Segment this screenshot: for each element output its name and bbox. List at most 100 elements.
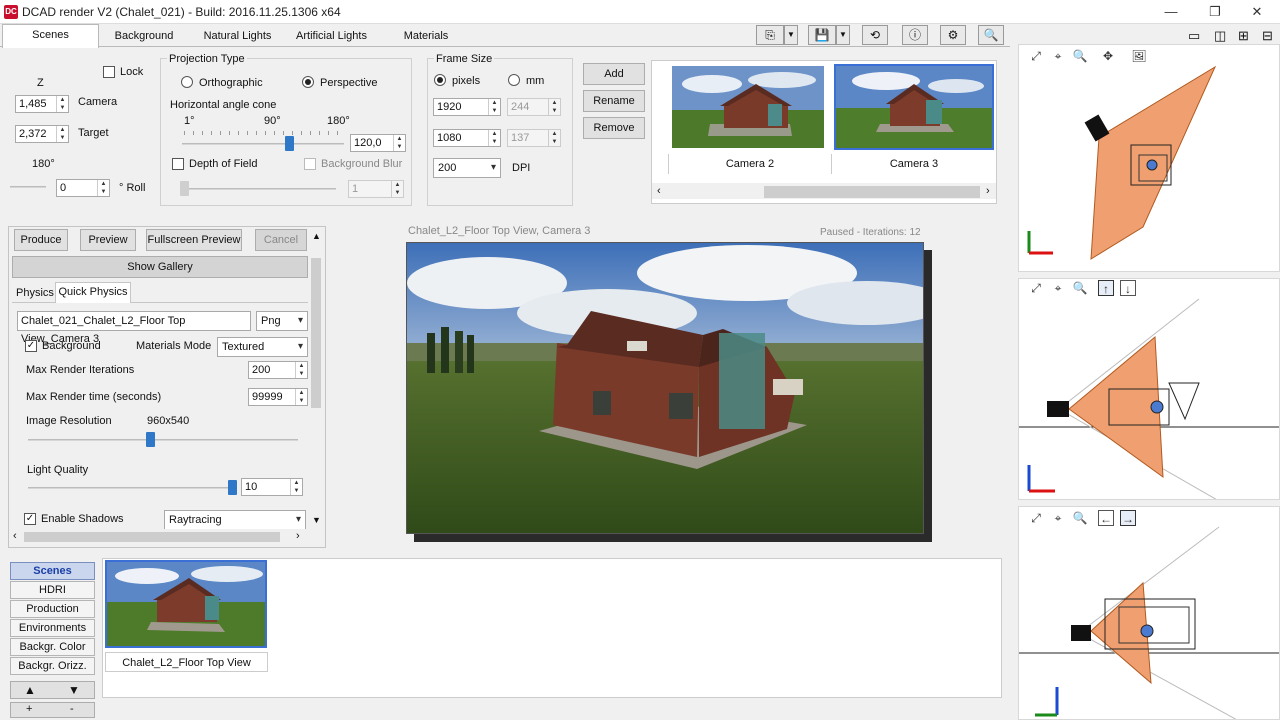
remove-camera-button[interactable]: Remove (583, 117, 645, 139)
nav-background-color[interactable]: Backgr. Color (10, 638, 95, 656)
light-quality-thumb[interactable] (228, 480, 237, 495)
target-icon[interactable]: ⌖ (1050, 48, 1066, 64)
produce-hscroll-thumb[interactable] (24, 532, 280, 542)
spin-arrows-icon[interactable]: ▲ ▼ (56, 126, 68, 142)
side-viewport[interactable] (1018, 506, 1280, 720)
top-viewport[interactable] (1018, 44, 1280, 272)
tab-background[interactable]: Background (102, 26, 186, 47)
mm-radio[interactable] (508, 74, 520, 86)
scroll-up-icon[interactable]: ▲ (312, 231, 321, 241)
camera-2-label[interactable]: Camera 2 (668, 154, 832, 174)
move-up-button[interactable]: ▲ (24, 683, 36, 697)
grid-layout-icon[interactable]: ⊞ (1238, 28, 1249, 44)
minimize-button[interactable]: — (1148, 2, 1194, 22)
nav-hdri[interactable]: HDRI (10, 581, 95, 599)
maximize-button[interactable]: ❐ (1192, 2, 1238, 22)
remove-scene-button[interactable]: - (70, 703, 74, 715)
tab-physics[interactable]: Physics (16, 287, 54, 299)
view-left-icon[interactable]: ← (1098, 510, 1114, 526)
format-select[interactable]: Png (256, 311, 308, 331)
frame-width-px-input[interactable]: 1920 ▲ ▼ (433, 98, 501, 116)
save-button[interactable]: 💾 (808, 25, 836, 45)
lock-checkbox[interactable] (103, 66, 115, 78)
spin-arrows-icon[interactable]: ▲ ▼ (97, 180, 109, 196)
perspective-radio[interactable] (302, 76, 314, 88)
zoom-icon[interactable]: 🔍 (1072, 280, 1088, 296)
output-filename-input[interactable]: Chalet_021_Chalet_L2_Floor Top View_Came… (17, 311, 251, 345)
scene-thumbnail[interactable] (105, 560, 267, 648)
produce-vscroll-thumb[interactable] (311, 258, 321, 408)
camera-3-label[interactable]: Camera 3 (832, 154, 996, 174)
spin-arrows-icon[interactable]: ▲ ▼ (488, 130, 500, 146)
produce-button[interactable]: Produce (14, 229, 68, 251)
zoom-icon[interactable]: 🔍 (1072, 48, 1088, 64)
nav-production[interactable]: Production (10, 600, 95, 618)
target-icon[interactable]: ⌖ (1050, 510, 1066, 526)
spin-arrows-icon[interactable]: ▲ ▼ (391, 181, 403, 197)
background-blur-checkbox[interactable] (304, 158, 316, 170)
light-quality-input[interactable]: 10 ▲ ▼ (241, 478, 303, 496)
pan-icon[interactable]: ✥ (1100, 48, 1116, 64)
cone-slider-thumb[interactable] (284, 136, 294, 151)
rename-camera-button[interactable]: Rename (583, 90, 645, 112)
roll-slider[interactable] (10, 186, 46, 188)
render-preview[interactable] (406, 242, 924, 534)
spin-arrows-icon[interactable]: ▲ ▼ (548, 130, 560, 146)
view-down-icon[interactable]: ↓ (1120, 280, 1136, 296)
tab-materials[interactable]: Materials (380, 26, 472, 47)
target-height-input[interactable]: 2,372 ▲ ▼ (15, 125, 69, 143)
light-quality-track[interactable] (28, 487, 232, 489)
spin-arrows-icon[interactable]: ▲ ▼ (488, 99, 500, 115)
spin-arrows-icon[interactable]: ▲ ▼ (290, 479, 302, 495)
roll-input[interactable]: 0 ▲ ▼ (56, 179, 110, 197)
max-time-input[interactable]: 99999 ▲ ▼ (248, 388, 308, 406)
view-up-icon[interactable]: ↑ (1098, 280, 1114, 296)
image-resolution-thumb[interactable] (145, 432, 155, 447)
scroll-left-icon[interactable]: ‹ (657, 185, 661, 197)
zoom-button[interactable]: 🔍 (978, 25, 1004, 45)
fit-view-icon[interactable]: ⤢ (1028, 280, 1044, 296)
frame-height-px-input[interactable]: 1080 ▲ ▼ (433, 129, 501, 147)
show-gallery-button[interactable]: Show Gallery (12, 256, 308, 278)
nav-background-horizon[interactable]: Backgr. Orizz. (10, 657, 95, 675)
settings-button[interactable]: ⚙ (940, 25, 966, 45)
fullscreen-preview-button[interactable]: Fullscreen Preview (146, 229, 242, 251)
info-button[interactable]: ⓘ (902, 25, 928, 45)
frame-width-mm-input[interactable]: 244 ▲ ▼ (507, 98, 561, 116)
cone-angle-input[interactable]: 120,0 ▲ ▼ (350, 134, 406, 152)
image-resolution-track[interactable] (28, 439, 298, 441)
cone-slider-track[interactable] (182, 143, 344, 145)
spin-arrows-icon[interactable]: ▲ ▼ (548, 99, 560, 115)
tab-artificial-lights[interactable]: Artificial Lights (288, 26, 375, 47)
preview-button[interactable]: Preview (80, 229, 136, 251)
depth-of-field-checkbox[interactable] (172, 158, 184, 170)
add-camera-button[interactable]: Add (583, 63, 645, 85)
scroll-right-icon[interactable]: › (986, 185, 990, 197)
zoom-icon[interactable]: 🔍 (1072, 510, 1088, 526)
max-iterations-input[interactable]: 200 ▲ ▼ (248, 361, 308, 379)
blur-input[interactable]: 1 ▲ ▼ (348, 180, 404, 198)
view-right-icon[interactable]: → (1120, 510, 1136, 526)
spin-arrows-icon[interactable]: ▲ ▼ (295, 389, 307, 405)
enable-shadows-checkbox[interactable]: ✓ (24, 513, 36, 525)
nav-environments[interactable]: Environments (10, 619, 95, 637)
dpi-select[interactable]: 200 (433, 158, 501, 178)
spin-arrows-icon[interactable]: ▲ ▼ (393, 135, 405, 151)
scroll-down-icon[interactable]: ▼ (312, 515, 321, 525)
save-dropdown-button[interactable]: ▼ (836, 25, 850, 45)
orbit-button[interactable]: ⟲ (862, 25, 888, 45)
camera-3-thumbnail[interactable] (834, 64, 994, 150)
close-button[interactable]: ✕ (1234, 2, 1280, 22)
quad-layout-icon[interactable]: ⊟ (1262, 28, 1273, 44)
tab-quick-physics[interactable]: Quick Physics (55, 282, 131, 303)
spin-arrows-icon[interactable]: ▲ ▼ (56, 96, 68, 112)
blur-slider-thumb[interactable] (180, 181, 189, 196)
target-icon[interactable]: ⌖ (1050, 280, 1066, 296)
move-down-button[interactable]: ▼ (68, 683, 80, 697)
camera-2-thumbnail[interactable] (670, 64, 826, 150)
add-scene-button[interactable]: + (26, 703, 32, 715)
fit-view-icon[interactable]: ⤢ (1028, 510, 1044, 526)
scene-label[interactable]: Chalet_L2_Floor Top View (105, 652, 268, 672)
materials-mode-select[interactable]: Textured (217, 337, 308, 357)
nav-scenes[interactable]: Scenes (10, 562, 95, 580)
